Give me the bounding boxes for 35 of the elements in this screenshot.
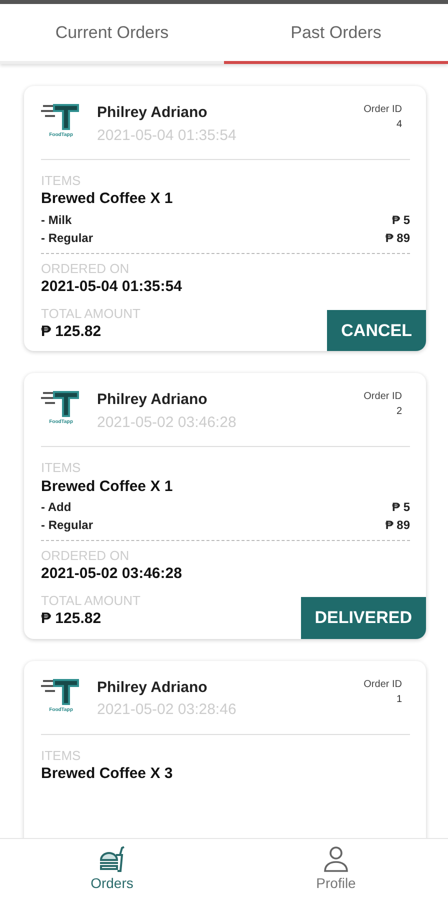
option-price: ₱ 5 [392,212,410,229]
item-name: Brewed Coffee X 3 [41,764,174,784]
option-label: - Regular [41,517,94,534]
customer-name: Philrey Adriano [97,390,208,410]
option-label: - Milk [41,212,72,229]
status-button[interactable]: DELIVERED [300,597,426,639]
nav-label: Orders [90,874,134,893]
ordered-on-date: 2021-05-04 01:35:54 [41,277,183,298]
item-name: Brewed Coffee X 1 [41,476,174,497]
total-amount: ₱ 125.82 [41,322,102,342]
order-id: 4 [396,118,402,132]
tab[interactable]: Current Orders [0,4,224,64]
logo-icon [41,102,81,132]
customer-name: Philrey Adriano [97,103,208,123]
tab[interactable]: Past Orders [224,4,448,64]
order-id-label: Order ID [364,678,402,692]
logo-icon [41,676,81,707]
option-price: ₱ 5 [392,499,410,516]
order-id-label: Order ID [364,390,402,404]
logo-icon [41,389,81,420]
status-button[interactable]: CANCEL [327,310,426,352]
item-name: Brewed Coffee X 1 [41,189,174,210]
order-id-label: Order ID [364,103,402,117]
person-icon [322,845,350,873]
nav-label: Profile [316,874,356,893]
option-label: - Regular [41,230,94,247]
total-amount: ₱ 125.82 [41,609,102,630]
option-price: ₱ 89 [385,517,410,534]
order-id: 2 [396,405,402,420]
ordered-on-date: 2021-05-02 03:46:28 [41,564,183,584]
option-price: ₱ 89 [385,230,410,247]
option-label: - Add [41,499,72,516]
food-icon [98,845,126,873]
order-id: 1 [396,692,402,707]
customer-name: Philrey Adriano [97,678,208,698]
